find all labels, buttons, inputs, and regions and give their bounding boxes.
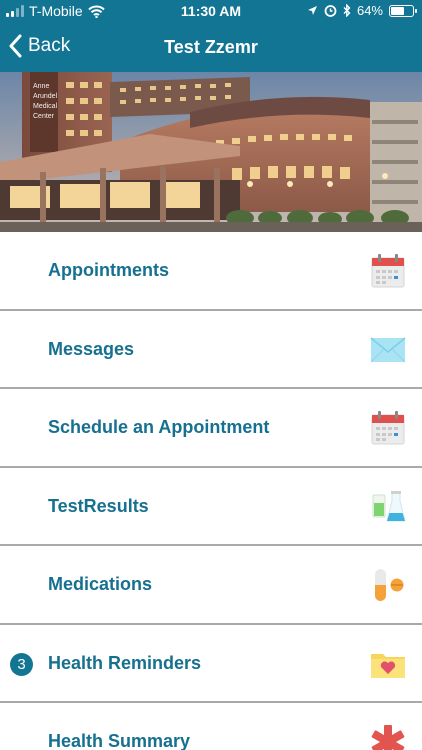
menu-item-label: TestResults	[48, 495, 149, 516]
medical-star-icon	[370, 724, 406, 750]
menu-item-label: Messages	[48, 338, 135, 359]
menu-item-label: Medications	[48, 574, 153, 594]
menu-list: Appointments Messages Schedule an Appoin…	[0, 232, 422, 750]
svg-text:Medical: Medical	[33, 103, 58, 110]
menu-item-label: Health Summary	[48, 731, 191, 750]
location-icon	[307, 6, 317, 15]
battery-icon	[389, 4, 417, 17]
svg-text:Center: Center	[33, 113, 55, 120]
pill-icon	[370, 567, 406, 603]
menu-item-label: Schedule an Appointment	[48, 417, 270, 437]
bluetooth-icon	[343, 4, 351, 17]
envelope-icon	[370, 332, 406, 368]
hero-image: Anne Arundel Medical Center	[0, 72, 422, 232]
calendar-icon	[370, 410, 406, 446]
menu-item-medications[interactable]: Medications	[0, 546, 422, 625]
menu-item-appointments[interactable]: Appointments	[0, 232, 422, 311]
alarm-icon	[324, 5, 337, 17]
status-right: 64%	[307, 3, 417, 18]
battery-percent: 64%	[356, 3, 383, 18]
battery-fill	[391, 6, 405, 15]
menu-item-health-reminders[interactable]: 3 Health Reminders	[0, 624, 422, 703]
svg-text:Arundel: Arundel	[33, 93, 58, 100]
page-title: Test Zzemr	[164, 37, 258, 57]
heart-folder-icon	[370, 646, 406, 682]
menu-item-label: Appointments	[48, 260, 169, 280]
menu-item-test-results[interactable]: TestResults	[0, 467, 422, 546]
calendar-icon	[370, 253, 406, 289]
status-bar: T-Mobile 11:30 AM 64%	[0, 0, 422, 24]
notification-badge: 3	[10, 652, 33, 676]
menu-item-messages[interactable]: Messages	[0, 310, 422, 389]
menu-item-label: Health Reminders	[48, 652, 202, 673]
menu-item-schedule-appointment[interactable]: Schedule an Appointment	[0, 389, 422, 468]
svg-text:Anne: Anne	[33, 83, 49, 90]
menu-item-health-summary[interactable]: Health Summary	[0, 703, 422, 750]
nav-bar: Back Test Zzemr	[0, 24, 422, 72]
lab-flask-icon	[370, 489, 406, 525]
